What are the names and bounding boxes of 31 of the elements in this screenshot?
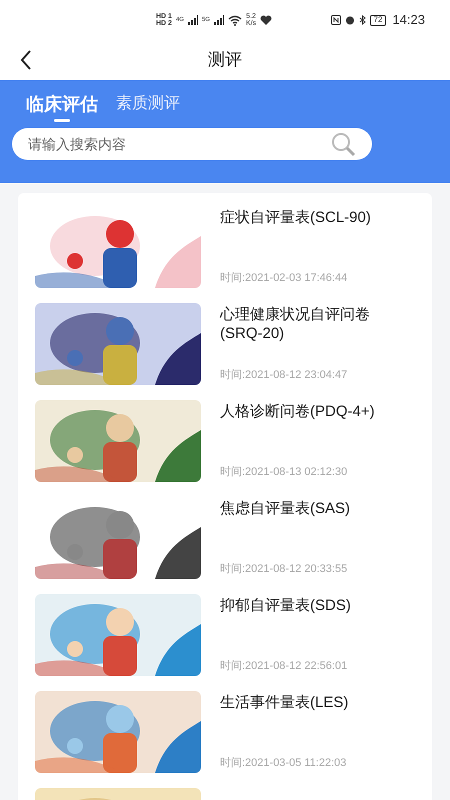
tab[interactable]: 临床评估 bbox=[26, 92, 98, 122]
assessment-item[interactable]: 症状自评量表(SCL-90) 时间:2021-02-03 17:46:44 bbox=[18, 193, 432, 290]
assessment-item[interactable]: 心理健康状况自评问卷(SRQ-20) 时间:2021-08-12 23:04:47 bbox=[18, 290, 432, 387]
item-time: 时间:2021-08-12 23:04:47 bbox=[220, 368, 348, 382]
search-field[interactable]: 请输入搜索内容 bbox=[12, 128, 372, 160]
assessment-item[interactable]: 生活事件量表(LES) 时间:2021-03-05 11:22:03 bbox=[18, 678, 432, 775]
item-title: 焦虑自评量表(SAS) bbox=[220, 499, 352, 518]
item-time: 时间:2021-08-12 22:56:01 bbox=[220, 658, 348, 674]
search-icon bbox=[330, 131, 356, 157]
item-title: 心理健康状况自评问卷(SRQ-20) bbox=[220, 305, 371, 343]
nfc-icon bbox=[330, 15, 341, 25]
battery-level: 72 bbox=[374, 16, 382, 24]
clock-time: 14:23 bbox=[392, 11, 425, 30]
heart-icon bbox=[260, 15, 272, 25]
item-time: 时间:2021-08-12 20:33:55 bbox=[220, 562, 348, 576]
item-title: 症状自评量表(SCL-90) bbox=[220, 208, 372, 227]
item-time: 时间:2021-08-13 02:12:30 bbox=[220, 464, 348, 480]
item-title: 抑郁自评量表(SDS) bbox=[220, 596, 352, 615]
item-title: 生活事件量表(LES) bbox=[220, 693, 350, 712]
page-title: 测评 bbox=[208, 49, 242, 72]
signal-icon bbox=[188, 15, 198, 25]
assessment-item[interactable]: 抑郁自评量表(SDS) 时间:2021-08-12 22:56:01 bbox=[18, 581, 432, 678]
assessment-item[interactable]: 焦虑自评量表(SAS) 时间:2021-08-12 20:33:55 bbox=[18, 484, 432, 581]
assessment-item[interactable]: 人格诊断问卷(PDQ-4+) 时间:2021-08-13 02:12:30 bbox=[18, 387, 432, 484]
back-icon bbox=[20, 50, 32, 70]
bluetooth-icon bbox=[358, 15, 366, 25]
wifi-icon bbox=[228, 14, 242, 26]
item-title: 人格诊断问卷(PDQ-4+) bbox=[220, 402, 376, 421]
item-time: 时间:2021-03-05 11:22:03 bbox=[220, 756, 348, 770]
item-time: 时间:2021-02-03 17:46:44 bbox=[220, 270, 348, 286]
signal-icon bbox=[214, 15, 224, 25]
